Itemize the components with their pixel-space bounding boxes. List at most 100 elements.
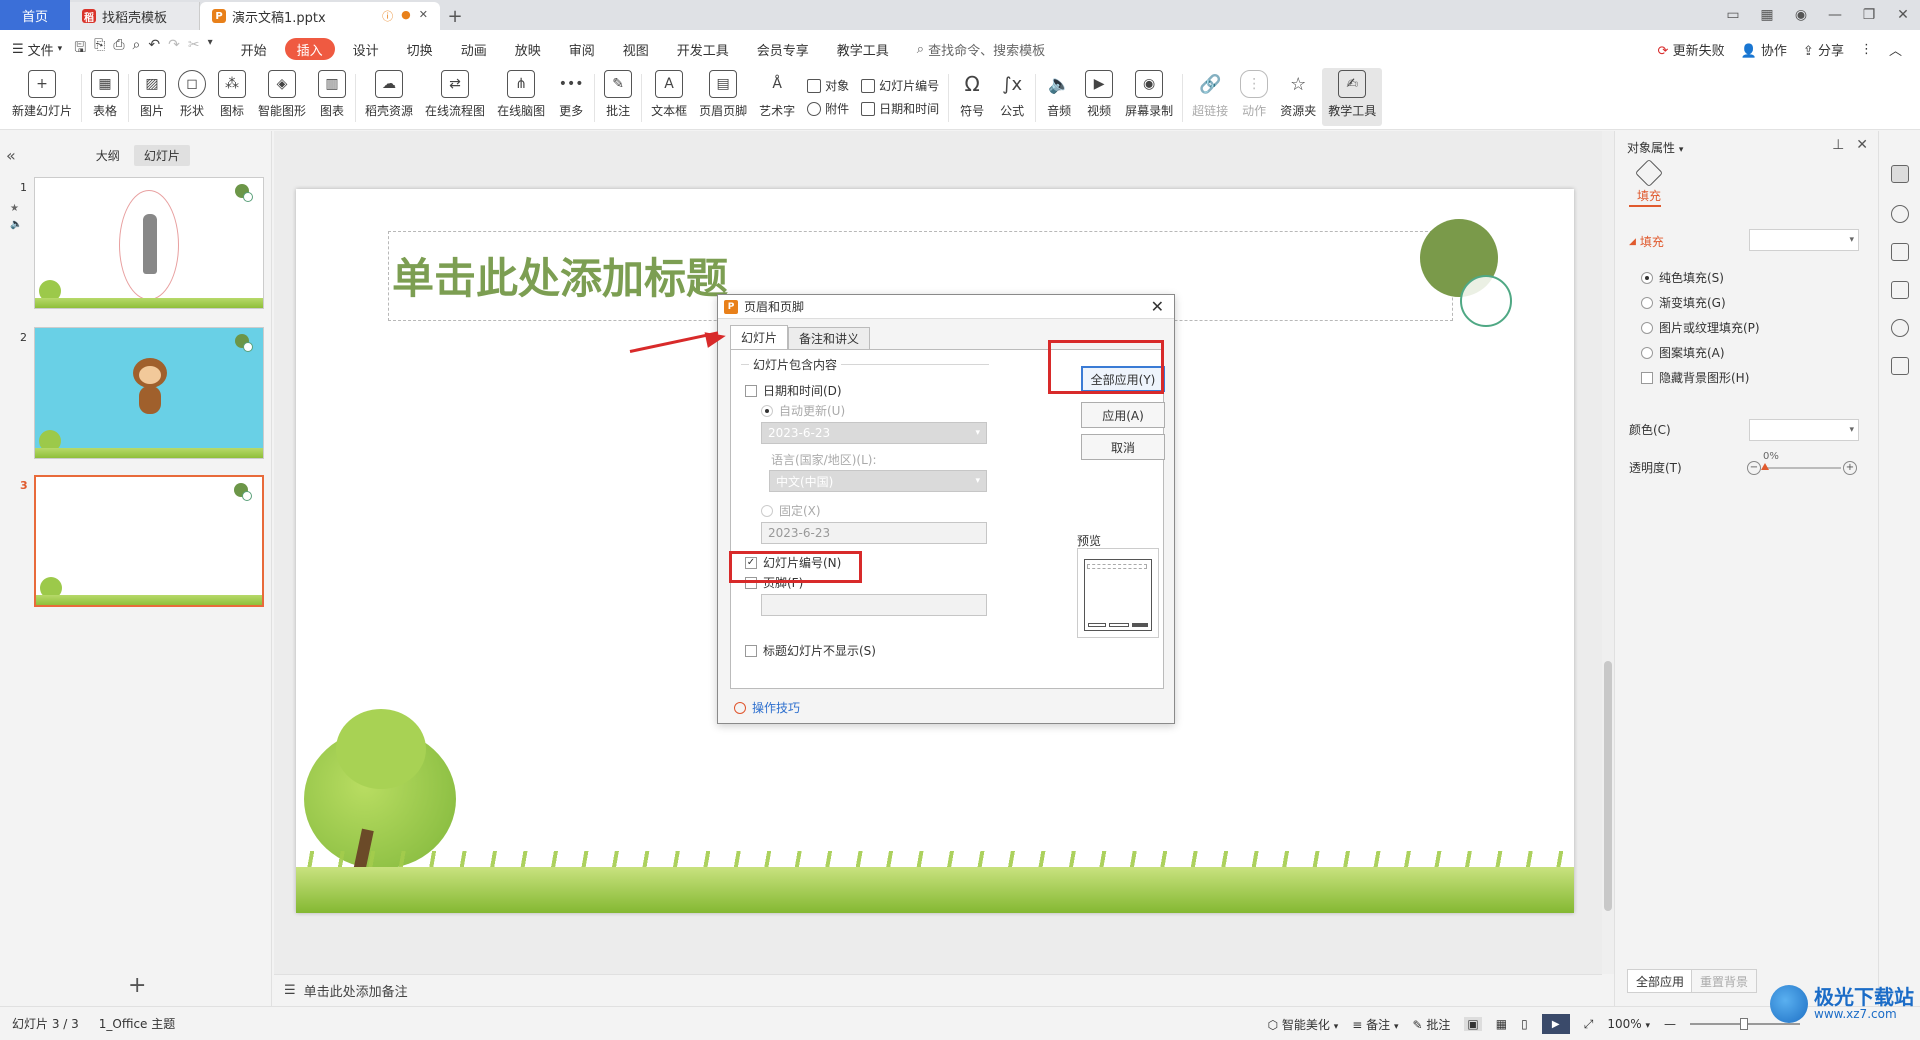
close-panel-icon[interactable]: ✕: [1856, 137, 1868, 153]
save-icon[interactable]: 🖫: [74, 37, 86, 61]
datetime-option[interactable]: 日期和时间(D): [745, 382, 842, 399]
layout-icon[interactable]: ▭: [1716, 7, 1750, 23]
dialog-tab-slide[interactable]: 幻灯片: [730, 325, 789, 349]
menu-design[interactable]: 设计: [339, 38, 393, 60]
auto-update-radio[interactable]: [761, 404, 773, 417]
audio-button[interactable]: 🔈 音频: [1039, 68, 1079, 126]
zoom-level[interactable]: 100% ▾: [1607, 1017, 1650, 1031]
formula-button[interactable]: ∫x 公式: [992, 68, 1032, 126]
fit-window-icon[interactable]: ⤢: [1584, 1017, 1594, 1032]
menu-insert[interactable]: 插入: [284, 38, 335, 60]
tab-template[interactable]: 稻 找稻壳模板: [70, 2, 200, 30]
decrease-icon[interactable]: −: [1747, 461, 1761, 475]
hide-on-title-option[interactable]: 标题幻灯片不显示(S): [745, 642, 876, 659]
increase-icon[interactable]: +: [1843, 461, 1857, 475]
minimize-icon[interactable]: —: [1818, 7, 1852, 23]
attachment-button[interactable]: 附件: [807, 100, 849, 117]
zoom-slider[interactable]: [1690, 1018, 1800, 1030]
action-button[interactable]: ⋮ 动作: [1234, 68, 1274, 126]
fill-dropdown[interactable]: ▾: [1749, 229, 1859, 251]
tab-slides[interactable]: 幻灯片: [133, 145, 190, 166]
comment-button[interactable]: ✎ 批注: [598, 68, 638, 126]
fixed-date-field[interactable]: 2023-6-23: [761, 522, 987, 544]
theme-name[interactable]: 1_Office 主题: [99, 1015, 175, 1032]
image-tools-icon[interactable]: [1891, 281, 1909, 299]
close-tab-icon[interactable]: ✕: [419, 8, 428, 24]
zoom-knob[interactable]: [1740, 1018, 1748, 1030]
fixed-option[interactable]: 固定(X): [761, 502, 821, 519]
reset-background-button[interactable]: 重置背景: [1691, 969, 1758, 993]
command-search[interactable]: ⌕ 查找命令、搜索模板: [917, 40, 1045, 59]
auto-update-option[interactable]: 自动更新(U): [761, 402, 845, 419]
art-text-button[interactable]: Å 艺术字: [753, 68, 801, 126]
redo-icon[interactable]: ↷: [168, 37, 180, 61]
color-dropdown[interactable]: ▾: [1749, 419, 1859, 441]
panel-title[interactable]: 对象属性 ▾: [1627, 139, 1683, 156]
chart-button[interactable]: ▥ 图表: [312, 68, 352, 126]
language-select[interactable]: 中文(中国) ▾: [769, 470, 987, 492]
apply-dialog-button[interactable]: 应用(A): [1081, 402, 1165, 428]
slider-track[interactable]: [1763, 467, 1841, 469]
restore-icon[interactable]: ❐: [1852, 7, 1886, 23]
solid-fill-option[interactable]: 纯色填充(S): [1641, 269, 1724, 286]
transparency-slider[interactable]: − 0% +: [1747, 451, 1857, 475]
location-icon[interactable]: [1891, 319, 1909, 337]
print-icon[interactable]: ⎙: [113, 37, 124, 61]
symbol-button[interactable]: Ω 符号: [952, 68, 992, 126]
notes-bar[interactable]: ☰ 单击此处添加备注: [274, 974, 1602, 1006]
teaching-tools-button[interactable]: ✍ 教学工具: [1322, 68, 1383, 126]
hide-bg-checkbox[interactable]: [1641, 371, 1653, 384]
new-tab-button[interactable]: +: [440, 2, 470, 30]
screen-record-button[interactable]: ◉ 屏幕录制: [1119, 68, 1179, 126]
warning-icon[interactable]: ⓘ: [382, 8, 393, 24]
new-slide-button[interactable]: + 新建幻灯片: [6, 68, 78, 126]
menu-home[interactable]: 开始: [227, 38, 281, 60]
menu-slideshow[interactable]: 放映: [501, 38, 555, 60]
smart-beautify-button[interactable]: ⬡ 智能美化 ▾: [1268, 1016, 1339, 1033]
play-slideshow-button[interactable]: ▶: [1541, 1014, 1570, 1034]
icon-button[interactable]: ⁂ 图标: [212, 68, 252, 126]
smart-graphic-button[interactable]: ◈ 智能图形: [252, 68, 312, 126]
apply-all-button[interactable]: 全部应用: [1627, 969, 1694, 993]
sorter-view-icon[interactable]: ▦: [1496, 1017, 1507, 1031]
table-button[interactable]: ▦ 表格: [85, 68, 125, 126]
file-menu[interactable]: ☰ 文件 ▾: [12, 40, 62, 59]
tab-document[interactable]: P 演示文稿1.pptx ⓘ ● ✕: [200, 2, 440, 30]
tab-home[interactable]: 首页: [0, 0, 70, 30]
animation-icon[interactable]: [1891, 205, 1909, 223]
export-icon[interactable]: ⎘: [94, 37, 105, 61]
gradient-fill-option[interactable]: 渐变填充(G): [1641, 294, 1726, 311]
reading-view-icon[interactable]: ▯: [1521, 1017, 1528, 1031]
customize-icon[interactable]: ▾: [208, 37, 213, 61]
radio-gradient[interactable]: [1641, 296, 1653, 309]
collaborate-button[interactable]: 👤 协作: [1741, 40, 1787, 59]
dialog-tab-notes[interactable]: 备注和讲义: [788, 327, 871, 349]
collapse-panel-icon[interactable]: «: [6, 146, 16, 165]
pin-icon[interactable]: ⊥: [1832, 137, 1844, 153]
video-button[interactable]: ▶ 视频: [1079, 68, 1119, 126]
hide-on-title-checkbox[interactable]: [745, 644, 757, 657]
menu-view[interactable]: 视图: [609, 38, 663, 60]
mindmap-button[interactable]: ⋔ 在线脑图: [491, 68, 551, 126]
copy-style-icon[interactable]: [1891, 243, 1909, 261]
normal-view-icon[interactable]: ▣: [1464, 1017, 1482, 1031]
slide-thumbnail-2[interactable]: [34, 327, 264, 459]
notes-toggle-button[interactable]: ≡ 备注 ▾: [1352, 1016, 1398, 1033]
radio-picture[interactable]: [1641, 321, 1653, 334]
zoom-out-icon[interactable]: —: [1664, 1017, 1676, 1031]
resource-folder-button[interactable]: ☆ 资源夹: [1274, 68, 1322, 126]
menu-member[interactable]: 会员专享: [743, 38, 823, 60]
scrollbar-thumb[interactable]: [1604, 661, 1612, 911]
header-footer-button[interactable]: ▤ 页眉页脚: [693, 68, 753, 126]
slider-knob[interactable]: [1761, 463, 1769, 470]
menu-teaching[interactable]: 教学工具: [823, 38, 903, 60]
slide-number-button[interactable]: 幻灯片编号: [861, 77, 939, 94]
menu-developer[interactable]: 开发工具: [663, 38, 743, 60]
comments-toggle-button[interactable]: ✎ 批注: [1413, 1016, 1451, 1033]
fill-tab[interactable]: 填充: [1629, 158, 1669, 204]
vertical-scrollbar[interactable]: [1602, 131, 1614, 974]
menu-animation[interactable]: 动画: [447, 38, 501, 60]
hide-background-option[interactable]: 隐藏背景图形(H): [1641, 369, 1749, 386]
picture-button[interactable]: ▨ 图片: [132, 68, 172, 126]
slide-thumbnail-3[interactable]: [34, 475, 264, 607]
